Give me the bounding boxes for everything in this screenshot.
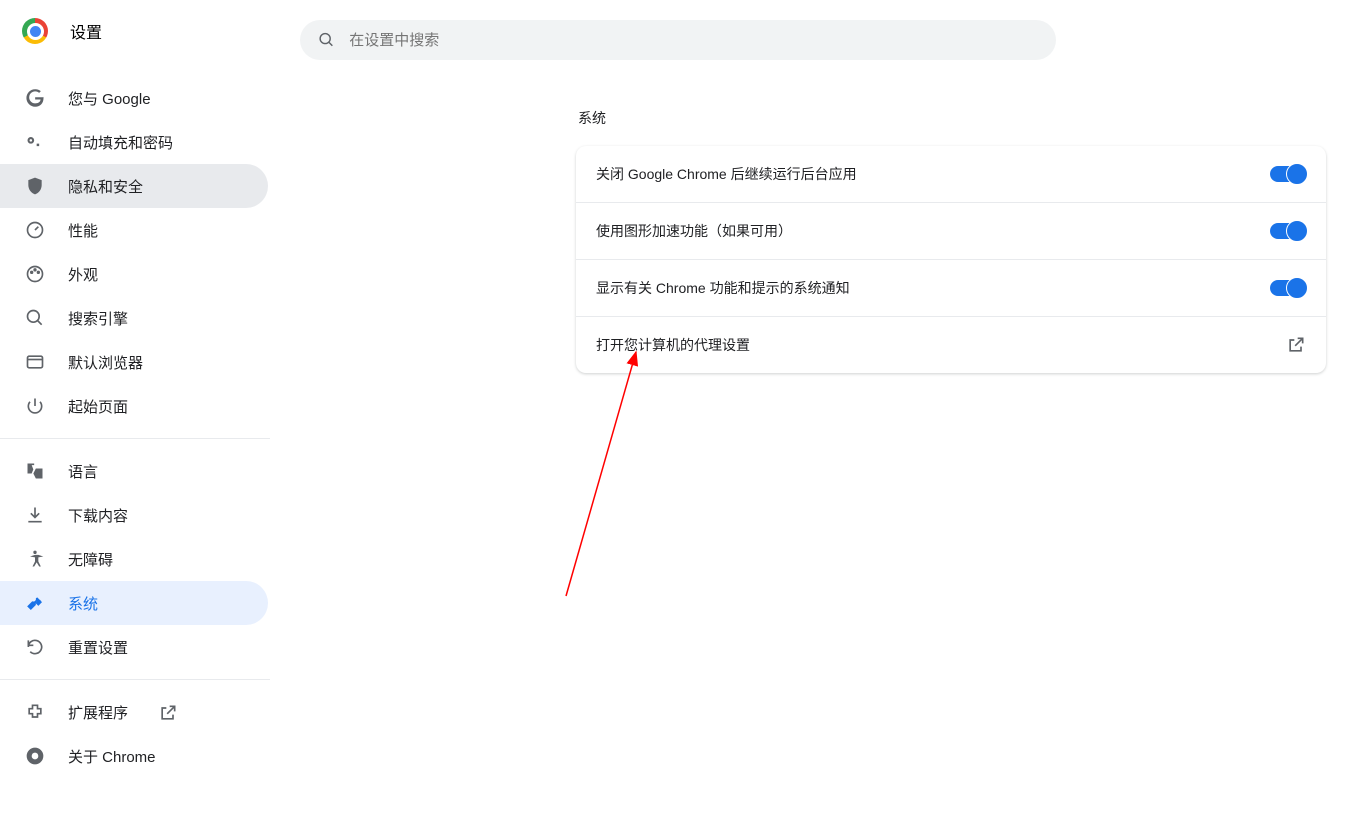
shield-icon xyxy=(24,176,46,196)
sidebar-item-download[interactable]: 下载内容 xyxy=(0,493,268,537)
sidebar-item-palette[interactable]: 外观 xyxy=(0,252,268,296)
open-external-icon xyxy=(1286,335,1306,355)
sidebar-item-label: 您与 Google xyxy=(68,88,151,109)
sidebar-item-label: 重置设置 xyxy=(68,637,128,658)
sidebar-item-label: 默认浏览器 xyxy=(68,352,143,373)
settings-row-label: 显示有关 Chrome 功能和提示的系统通知 xyxy=(596,278,850,298)
wrench-icon xyxy=(24,593,46,613)
sidebar-item-extension[interactable]: 扩展程序 xyxy=(0,690,268,734)
sidebar-item-wrench[interactable]: 系统 xyxy=(0,581,268,625)
nav-divider xyxy=(0,438,270,439)
sidebar-item-label: 性能 xyxy=(68,220,98,241)
settings-row[interactable]: 打开您计算机的代理设置 xyxy=(576,317,1326,373)
sidebar-item-label: 关于 Chrome xyxy=(68,746,156,767)
sidebar-item-label: 下载内容 xyxy=(68,505,128,526)
settings-row-label: 使用图形加速功能（如果可用） xyxy=(596,221,792,241)
extension-icon xyxy=(24,702,46,722)
sidebar-item-speed[interactable]: 性能 xyxy=(0,208,268,252)
nav-divider xyxy=(0,679,270,680)
sidebar-item-label: 起始页面 xyxy=(68,396,128,417)
settings-row: 关闭 Google Chrome 后继续运行后台应用 xyxy=(576,146,1326,203)
settings-card: 关闭 Google Chrome 后继续运行后台应用使用图形加速功能（如果可用）… xyxy=(576,146,1326,373)
main-content: 系统 关闭 Google Chrome 后继续运行后台应用使用图形加速功能（如果… xyxy=(576,108,1326,778)
sidebar-item-key[interactable]: 自动填充和密码 xyxy=(0,120,268,164)
palette-icon xyxy=(24,264,46,284)
sidebar-item-label: 外观 xyxy=(68,264,98,285)
toggle-switch[interactable] xyxy=(1270,280,1306,296)
sidebar-item-label: 语言 xyxy=(68,461,98,482)
speed-icon xyxy=(24,220,46,240)
accessibility-icon xyxy=(24,549,46,569)
sidebar-item-search[interactable]: 搜索引擎 xyxy=(0,296,268,340)
sidebar-item-chrome[interactable]: 关于 Chrome xyxy=(0,734,268,778)
search-icon xyxy=(318,31,335,49)
chrome-icon xyxy=(24,746,46,766)
sidebar-item-label: 系统 xyxy=(68,593,98,614)
google-icon xyxy=(24,88,46,108)
sidebar-item-label: 隐私和安全 xyxy=(68,176,143,197)
page-title: 设置 xyxy=(70,19,102,43)
reset-icon xyxy=(24,637,46,657)
search-icon xyxy=(24,308,46,328)
section-title: 系统 xyxy=(576,108,1326,128)
search-box[interactable] xyxy=(300,20,1056,60)
toggle-switch[interactable] xyxy=(1270,166,1306,182)
settings-row-label: 打开您计算机的代理设置 xyxy=(596,335,750,355)
sidebar-item-accessibility[interactable]: 无障碍 xyxy=(0,537,268,581)
sidebar-item-label: 自动填充和密码 xyxy=(68,132,173,153)
sidebar-item-translate[interactable]: 语言 xyxy=(0,449,268,493)
sidebar-item-label: 扩展程序 xyxy=(68,702,128,723)
sidebar: 您与 Google 自动填充和密码隐私和安全性能外观搜索引擎默认浏览器起始页面 语… xyxy=(0,60,276,778)
key-icon xyxy=(24,132,46,152)
sidebar-item-power[interactable]: 起始页面 xyxy=(0,384,268,428)
sidebar-item-label: 无障碍 xyxy=(68,549,113,570)
settings-row: 使用图形加速功能（如果可用） xyxy=(576,203,1326,260)
sidebar-item-label: 搜索引擎 xyxy=(68,308,128,329)
browser-icon xyxy=(24,352,46,372)
search-input[interactable] xyxy=(349,32,1038,49)
settings-row: 显示有关 Chrome 功能和提示的系统通知 xyxy=(576,260,1326,317)
sidebar-item-reset[interactable]: 重置设置 xyxy=(0,625,268,669)
chrome-logo-icon xyxy=(22,18,48,44)
sidebar-item-shield[interactable]: 隐私和安全 xyxy=(0,164,268,208)
power-icon xyxy=(24,396,46,416)
translate-icon xyxy=(24,461,46,481)
download-icon xyxy=(24,505,46,525)
toggle-switch[interactable] xyxy=(1270,223,1306,239)
sidebar-item-google[interactable]: 您与 Google xyxy=(0,76,268,120)
open-external-icon xyxy=(158,703,176,721)
settings-row-label: 关闭 Google Chrome 后继续运行后台应用 xyxy=(596,164,857,184)
sidebar-item-browser[interactable]: 默认浏览器 xyxy=(0,340,268,384)
